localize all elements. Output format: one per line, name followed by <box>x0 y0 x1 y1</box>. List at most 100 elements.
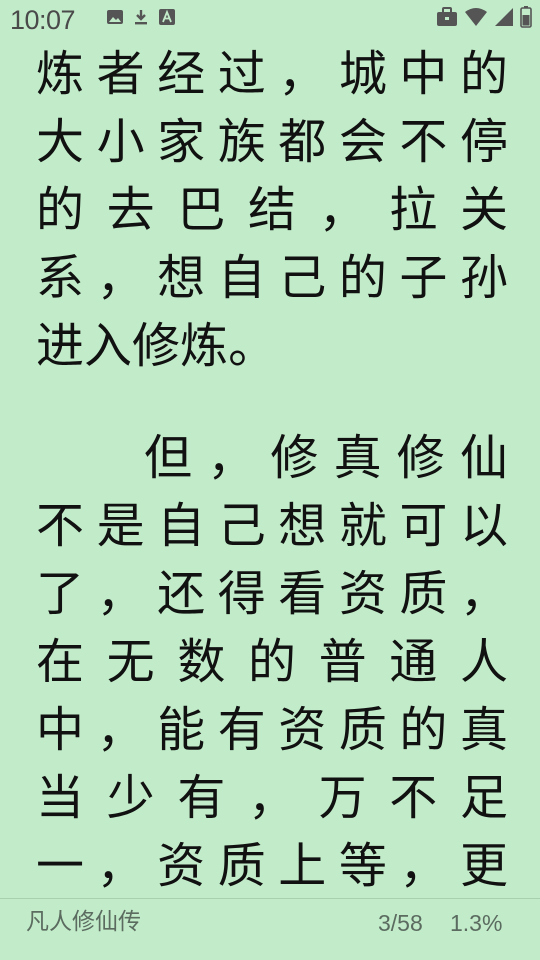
text-char: 质 <box>217 838 266 894</box>
progress-percent: 1.3% <box>450 910 503 936</box>
text-char: ， <box>96 838 145 894</box>
paragraph: 但，修真修仙 不是自己想就可以 了，还得看资质， 在无数的普通人 中，能有资质的… <box>36 424 508 900</box>
text-char: 质 <box>338 702 387 758</box>
text-char: 的 <box>399 702 448 758</box>
text-char: 都 <box>278 114 327 170</box>
signal-icon <box>494 7 514 27</box>
text-char: 自 <box>217 250 266 306</box>
status-time: 10:07 <box>10 5 76 35</box>
text-char: 修 <box>132 318 181 374</box>
status-bar: 10:07 <box>0 0 540 36</box>
text-char: 就 <box>338 498 387 554</box>
text-char: 上 <box>278 838 327 894</box>
system-icons <box>436 6 532 28</box>
text-char: 子 <box>399 250 448 306</box>
text-char: 但 <box>144 430 193 486</box>
text-char: 真 <box>333 430 382 486</box>
text-char: 中 <box>399 46 448 102</box>
text-line: 系，想自己的子孙 <box>36 244 508 312</box>
paragraph: 炼者经过，城中的 大小家族都会不停 的去巴结，拉关 系，想自己的子孙 进入修炼。 <box>36 40 508 380</box>
footer-divider <box>0 898 540 899</box>
text-char: 修 <box>270 430 319 486</box>
text-line: 当少有 ， 万不足 <box>36 764 508 832</box>
text-char: 质 <box>399 566 448 622</box>
text-line: 不是自己想就可以 <box>36 492 508 560</box>
text-char: 无 <box>106 634 155 690</box>
text-char: 普 <box>318 634 367 690</box>
text-char: 自 <box>157 498 206 554</box>
text-line: 一，资质上等，更 <box>36 832 508 900</box>
book-title: 凡人修仙传 <box>26 909 141 935</box>
text-char: 结 <box>247 182 296 238</box>
text-char: 停 <box>459 114 508 170</box>
text-char: 资 <box>157 838 206 894</box>
text-line: 但，修真修仙 <box>36 424 508 492</box>
text-char: 经 <box>157 46 206 102</box>
text-char: 系 <box>36 250 85 306</box>
text-char: 了 <box>36 566 85 622</box>
download-icon <box>132 8 150 26</box>
text-char: ， <box>96 250 145 306</box>
text-char: 少 <box>106 770 155 826</box>
text-char: 一 <box>36 838 85 894</box>
text-char: ， <box>96 566 145 622</box>
text-char: 不 <box>399 114 448 170</box>
text-char: 入 <box>84 318 133 374</box>
text-char: ， <box>207 430 256 486</box>
text-char: 可 <box>399 498 448 554</box>
text-line: 在无数的普通人 <box>36 628 508 696</box>
text-char: 人 <box>459 634 508 690</box>
text-char: 有 <box>177 770 226 826</box>
text-char: ， <box>318 182 367 238</box>
text-char: 的 <box>36 182 85 238</box>
text-char: 城 <box>338 46 387 102</box>
text-char: 炼 <box>36 46 85 102</box>
text-line: 中，能有资质的真 <box>36 696 508 764</box>
wifi-icon <box>464 7 488 27</box>
text-char: ， <box>399 838 448 894</box>
text-char: 仙 <box>459 430 508 486</box>
text-line: 进入修炼。 <box>36 312 508 380</box>
text-char: 中 <box>36 702 85 758</box>
text-char: 得 <box>217 566 266 622</box>
text-char: 关 <box>459 182 508 238</box>
text-line: 了，还得看资质， <box>36 560 508 628</box>
text-char: 更 <box>459 838 508 894</box>
text-char: 资 <box>338 566 387 622</box>
text-char: 还 <box>157 566 206 622</box>
text-char: 会 <box>338 114 387 170</box>
text-char: 己 <box>217 498 266 554</box>
text-char: 不 <box>389 770 438 826</box>
text-char: ， <box>278 46 327 102</box>
text-char: 真 <box>459 702 508 758</box>
text-char: 的 <box>338 250 387 306</box>
text-char: 者 <box>96 46 145 102</box>
text-char: 足 <box>459 770 508 826</box>
text-char: 是 <box>96 498 145 554</box>
text-char: 当 <box>36 770 85 826</box>
text-char: 通 <box>389 634 438 690</box>
text-char: 孙 <box>459 250 508 306</box>
text-char: 数 <box>177 634 226 690</box>
text-char: ， <box>459 566 508 622</box>
text-char: ， <box>247 770 296 826</box>
text-line: 大小家族都会不停 <box>36 108 508 176</box>
text-char: 拉 <box>389 182 438 238</box>
text-char: 有 <box>217 702 266 758</box>
notification-icons <box>106 7 176 27</box>
text-char: 看 <box>278 566 327 622</box>
text-char: 以 <box>459 498 508 554</box>
page-indicator: 3/58 <box>378 910 423 936</box>
reader-content[interactable]: 炼者经过，城中的 大小家族都会不停 的去巴结，拉关 系，想自己的子孙 进入修炼。… <box>36 40 508 900</box>
text-line: 的去巴结 ， 拉关 <box>36 176 508 244</box>
text-char: 进 <box>36 318 85 374</box>
image-icon <box>106 8 124 26</box>
font-app-icon <box>158 8 176 26</box>
text-char: 等 <box>338 838 387 894</box>
text-char: 家 <box>157 114 206 170</box>
text-char: 在 <box>36 634 85 690</box>
text-char: 小 <box>96 114 145 170</box>
text-char: 能 <box>157 702 206 758</box>
text-char: 的 <box>247 634 296 690</box>
briefcase-icon <box>436 7 458 27</box>
